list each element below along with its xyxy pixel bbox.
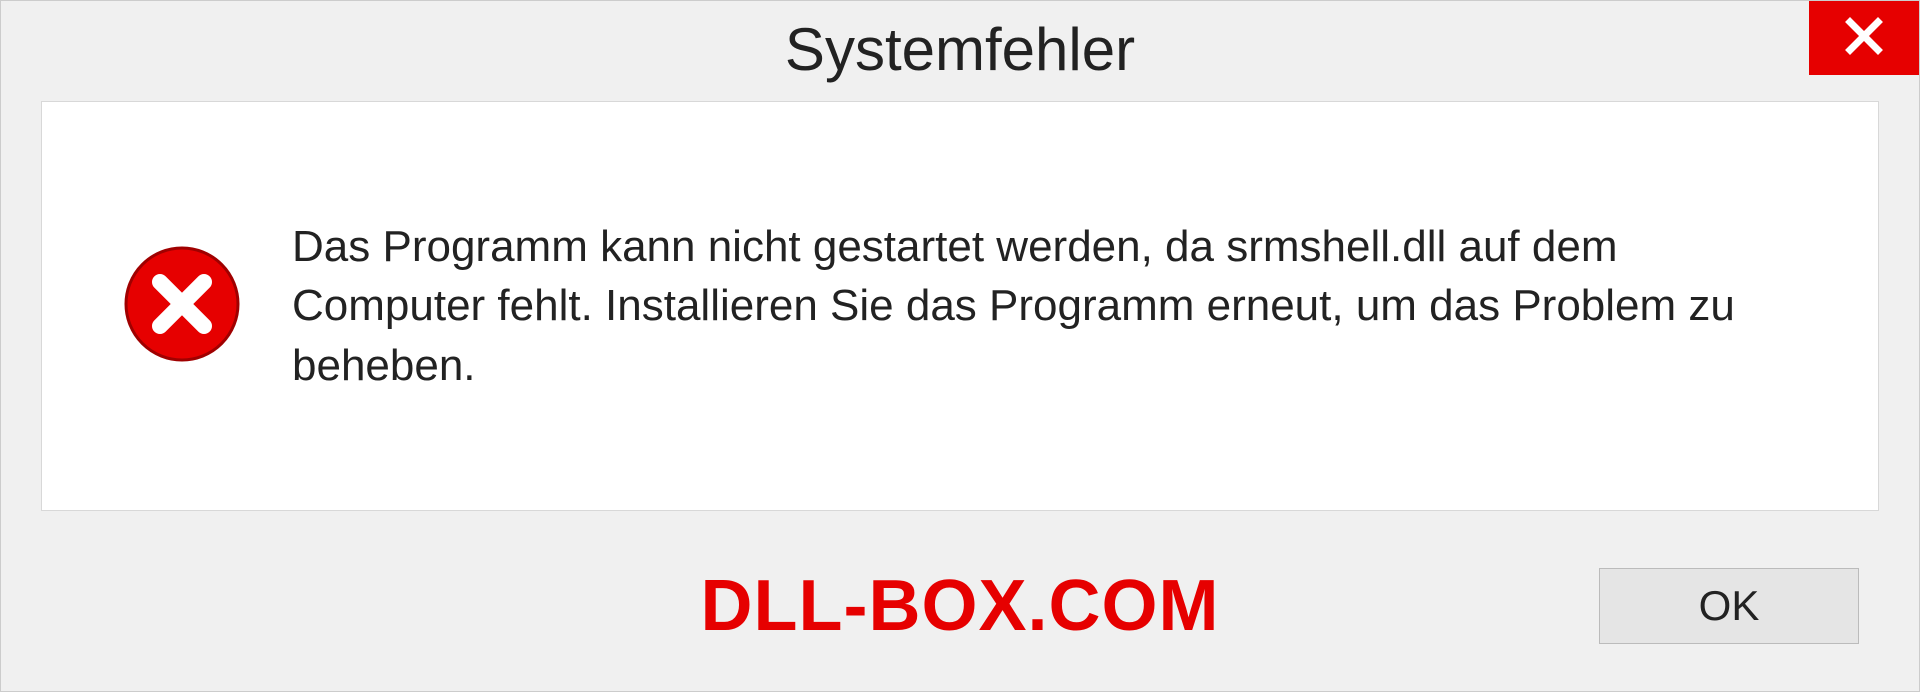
error-message: Das Programm kann nicht gestartet werden… <box>292 217 1798 395</box>
close-icon <box>1844 16 1884 61</box>
titlebar: Systemfehler <box>1 1 1919 101</box>
error-icon <box>122 244 242 369</box>
content-panel: Das Programm kann nicht gestartet werden… <box>41 101 1879 511</box>
error-dialog: Systemfehler Das Programm kann nicht ges… <box>0 0 1920 692</box>
ok-button[interactable]: OK <box>1599 568 1859 644</box>
watermark-text: DLL-BOX.COM <box>701 565 1220 647</box>
dialog-title: Systemfehler <box>785 15 1135 84</box>
close-button[interactable] <box>1809 1 1919 75</box>
dialog-footer: DLL-BOX.COM OK <box>1 541 1919 691</box>
